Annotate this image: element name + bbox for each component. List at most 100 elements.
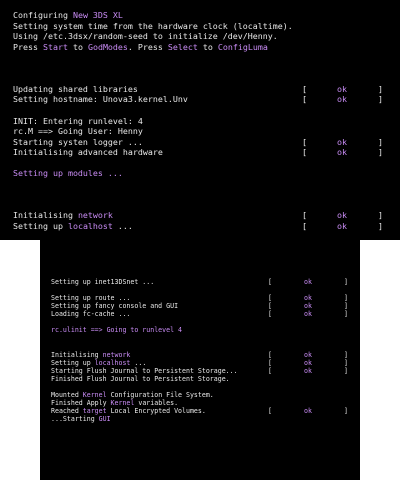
console-highlight-text: GodModes [87, 41, 128, 52]
console-line: Configuring New 3DS XL [13, 10, 123, 20]
console-highlight-text: network [77, 210, 113, 221]
console-text: Configuration File System. [106, 390, 214, 399]
console-text: Press [13, 41, 43, 52]
status-ok: ok [304, 310, 312, 319]
status-open-bracket: [ [302, 94, 307, 105]
console-highlight-text: localhost [94, 358, 131, 367]
console-line: Setting up localhost ... [13, 221, 133, 231]
status-close-bracket: ] [344, 406, 348, 415]
console-text: Local Encrypted Volumes. [106, 406, 206, 415]
status-open-bracket: [ [268, 278, 272, 287]
status-ok: ok [337, 136, 347, 147]
status-close-bracket: ] [344, 366, 348, 375]
status-close-bracket: ] [344, 278, 348, 287]
console-highlight-text: Select [167, 41, 198, 52]
console-highlight-text: New 3DS XL [72, 10, 123, 20]
console-text: Setting up inet13DSnet ... [51, 278, 155, 287]
status-close-bracket: ] [378, 221, 383, 231]
console-text: variables. [134, 398, 179, 407]
console-text: Setting up [51, 358, 95, 367]
console-line: Setting hostname: Unova3.kernel.Unv [13, 94, 188, 104]
console-highlight-text: Setting up modules ... [13, 168, 123, 179]
console-text: rc.M ==> Going User: Henny [13, 126, 143, 137]
status-ok: ok [337, 221, 347, 231]
console-text: Mounted [51, 390, 83, 399]
status-close-bracket: ] [378, 210, 383, 221]
console-text: Initialising [51, 350, 103, 359]
status-close-bracket: ] [344, 350, 348, 359]
console-line: Mounted Kernel Configuration File System… [51, 391, 214, 399]
console-text: Setting up fancy console and GUI [51, 302, 179, 311]
console-line: Setting up localhost ... [51, 359, 146, 367]
status-ok: ok [304, 294, 312, 303]
console-line: Press Start to GodModes. Press Select to… [13, 42, 268, 52]
status-close-bracket: ] [344, 294, 348, 303]
console-line: Starting systen logger ... [13, 137, 143, 147]
status-close-bracket: ] [378, 83, 383, 94]
console-line: Setting up fancy console and GUI [51, 302, 178, 310]
console-line: ...Starting GUI [51, 415, 111, 423]
status-close-bracket: ] [344, 358, 348, 367]
console-text: Configuring [13, 10, 73, 20]
status-close-bracket: ] [344, 302, 348, 311]
console-line: Setting up route ... [51, 294, 130, 302]
console-text: Using /etc.3dsx/random-seed to initializ… [13, 31, 278, 42]
console-line: Updating shared libraries [13, 84, 138, 94]
console-line: Using /etc.3dsx/random-seed to initializ… [13, 31, 278, 41]
console-line: Finished Flush Journal to Persistent Sto… [51, 375, 230, 383]
console-text: to [67, 41, 88, 52]
console-text: Finished Apply [51, 398, 111, 407]
status-close-bracket: ] [344, 310, 348, 319]
status-open-bracket: [ [268, 358, 272, 367]
console-text: Setting system time from the hardware cl… [13, 20, 293, 31]
console-text: INIT: Entering runlevel: 4 [13, 115, 143, 126]
console-line: rc.ulinit ==> Going to runlevel 4 [51, 326, 182, 334]
status-close-bracket: ] [378, 136, 383, 147]
status-open-bracket: [ [268, 302, 272, 311]
console-highlight-text: Kernel [82, 390, 107, 399]
status-open-bracket: [ [302, 221, 307, 231]
console-text: ... [130, 358, 147, 367]
console-line: Reached target Local Encrypted Volumes. [51, 407, 206, 415]
status-open-bracket: [ [268, 366, 272, 375]
top-screen: Configuring New 3DS XL Setting system tim… [0, 0, 400, 240]
status-ok: ok [304, 350, 312, 359]
console-text: ...Starting [51, 415, 99, 423]
console-line: Loading fc-cache ... [51, 310, 130, 318]
console-text: ... [112, 221, 133, 231]
console-line: rc.M ==> Going User: Henny [13, 126, 143, 136]
console-highlight-text: ConfigLuma [217, 41, 268, 52]
status-open-bracket: [ [268, 350, 272, 359]
status-ok: ok [304, 302, 312, 311]
console-text: Initialising [13, 210, 78, 221]
console-text: Setting up [13, 221, 68, 231]
console-text: . Press [127, 41, 168, 52]
status-open-bracket: [ [268, 406, 272, 415]
status-open-bracket: [ [302, 83, 307, 94]
console-line: Finished Apply Kernel variables. [51, 399, 178, 407]
status-close-bracket: ] [378, 147, 383, 158]
console-highlight-text: Start [42, 41, 68, 52]
console-text: Setting hostname: Unova3.kernel.Unv [13, 94, 188, 105]
status-open-bracket: [ [302, 147, 307, 158]
status-open-bracket: [ [302, 210, 307, 221]
console-text: to [197, 41, 218, 52]
status-close-bracket: ] [378, 94, 383, 105]
console-text: Starting systen logger ... [13, 136, 143, 147]
console-line: Setting up modules ... [13, 168, 123, 178]
status-ok: ok [337, 83, 347, 94]
console-line: Initialising network [13, 210, 113, 220]
status-ok: ok [337, 147, 347, 158]
status-ok: ok [304, 406, 312, 415]
console-line: Starting Flush Journal to Persistent Sto… [51, 367, 238, 375]
status-ok: ok [304, 366, 312, 375]
status-ok: ok [337, 94, 347, 105]
status-ok: ok [337, 210, 347, 221]
console-highlight-text: target [82, 406, 107, 415]
console-text: Loading fc-cache ... [51, 310, 131, 319]
console-text: Initialising advanced hardware [13, 147, 163, 158]
console-text: Reached [51, 406, 83, 415]
console-text: Setting up route ... [51, 294, 131, 303]
console-line: Setting up inet13DSnet ... [51, 278, 154, 286]
console-highlight-text: Kernel [110, 398, 135, 407]
